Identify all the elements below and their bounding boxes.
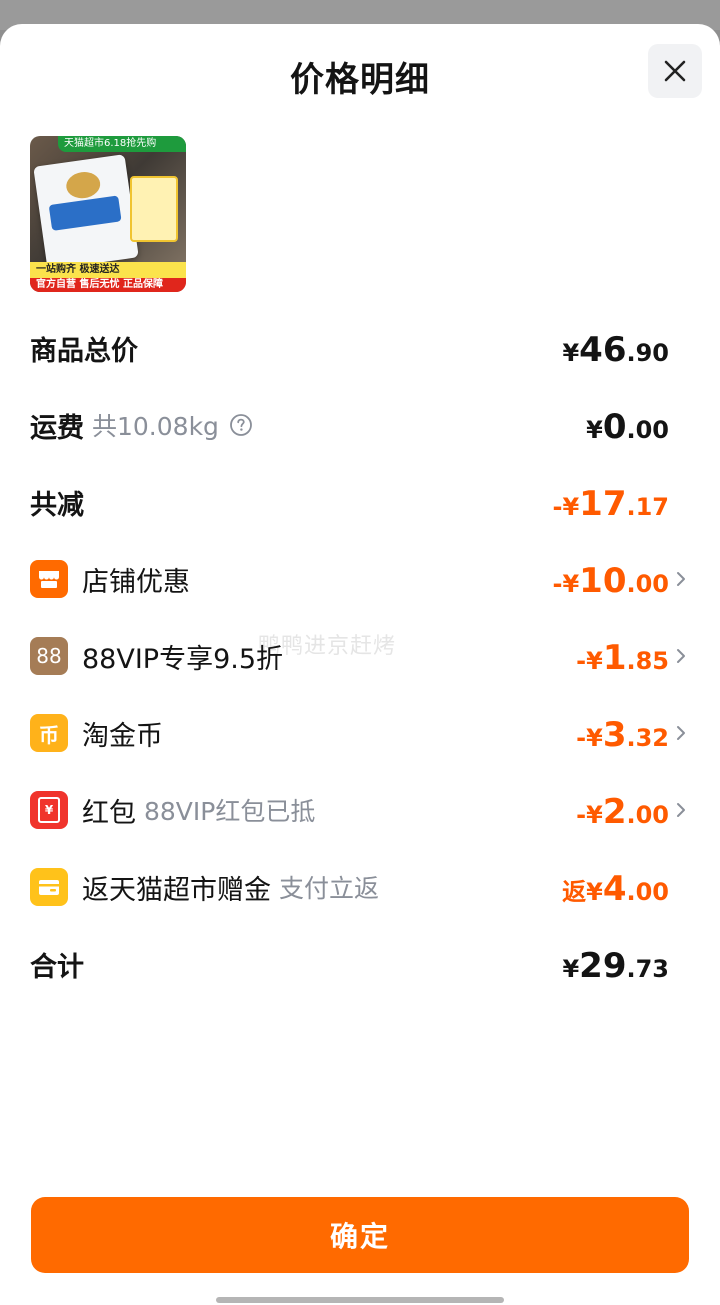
red-packet-note: 88VIP红包已抵 [144,797,316,826]
chevron-right-icon [677,649,685,663]
currency-symbol: ¥ [586,724,603,752]
amount-integer: 3 [602,715,627,755]
row-label: 运费 [30,412,84,444]
amount-red-packet: - ¥ 2 .00 [576,788,685,836]
amount-integer: 0 [602,407,627,447]
amount-store-discount: - ¥ 10 .00 [552,557,685,605]
amount-prefix: - [552,570,563,598]
currency-symbol: ¥ [586,416,603,444]
amount-integer: 10 [579,561,627,601]
row-shipping: 运费 共10.08kg ¥ 0 .00 [30,403,690,447]
red-packet-icon: ¥ [30,791,68,829]
shipping-weight: 共10.08kg [92,412,219,441]
row-label: 淘金币 [82,720,163,752]
amount-shipping: ¥ 0 .00 [586,403,669,451]
amount-integer: 1 [602,638,627,678]
close-icon [664,60,686,82]
amount-decimal: .00 [626,878,669,906]
amount-decimal: .32 [626,724,669,752]
amount-decimal: .17 [626,493,669,521]
amount-integer: 4 [602,869,627,909]
vip88-icon: 88 [30,637,68,675]
amount-decimal: .00 [626,801,669,829]
sheet-title: 价格明细 [290,60,430,100]
red-packet-glyph: ¥ [38,797,60,823]
amount-integer: 2 [602,792,627,832]
row-cashback: 返天猫超市赠金 支付立返 返 ¥ 4 .00 [30,865,690,909]
row-label: 返天猫超市赠金 [82,874,271,906]
row-label: 商品总价 [30,335,138,367]
amount-taojinbi: - ¥ 3 .32 [576,711,685,759]
price-tag-image [130,176,178,242]
amount-integer: 46 [579,330,627,370]
row-store-discount[interactable]: 店铺优惠 - ¥ 10 .00 [30,557,690,601]
confirm-button[interactable]: 确定 [31,1197,689,1273]
row-label: 红包 [82,797,136,829]
currency-symbol: ¥ [586,878,603,906]
chevron-right-icon [677,572,685,586]
row-label: 88VIP专享9.5折 [82,643,284,675]
amount-prefix: 返 [562,878,587,906]
amount-decimal: .85 [626,647,669,675]
amount-decimal: .00 [626,570,669,598]
product-strip-slogan: 一站购齐 极速送达 [30,262,186,278]
amount-integer: 29 [579,946,627,986]
product-strip-guarantee: 官方自营 售后无忧 正品保障 [30,278,186,292]
row-grand-total: 合计 ¥ 29 .73 [30,942,690,986]
row-total-goods: 商品总价 ¥ 46 .90 [30,326,690,370]
amount-cashback: 返 ¥ 4 .00 [562,865,669,913]
product-banner-text: 天猫超市6.18抢先购 [58,136,186,152]
row-red-packet[interactable]: ¥ 红包 88VIP红包已抵 - ¥ 2 .00 [30,788,690,832]
cashback-note: 支付立返 [279,874,380,903]
amount-total-goods: ¥ 46 .90 [562,326,669,374]
amount-prefix: - [552,493,563,521]
price-detail-sheet: 价格明细 天猫超市6.18抢先购 一站购齐 极速送达 官方自营 售后无忧 正品保… [0,24,720,1305]
chevron-right-icon [677,726,685,740]
row-taojinbi[interactable]: 币 淘金币 - ¥ 3 .32 [30,711,690,755]
currency-symbol: ¥ [562,570,580,598]
product-thumbnail: 天猫超市6.18抢先购 一站购齐 极速送达 官方自营 售后无忧 正品保障 [30,136,186,292]
row-label: 共减 [30,489,84,521]
wallet-icon [30,868,68,906]
question-circle-icon[interactable] [229,413,253,437]
amount-vip-discount: - ¥ 1 .85 [576,634,685,682]
row-label: 合计 [30,951,84,983]
amount-prefix: - [576,801,587,829]
amount-decimal: .90 [626,339,669,367]
amount-discount-total: - ¥ 17 .17 [552,480,669,528]
home-indicator [216,1297,504,1303]
currency-symbol: ¥ [562,339,580,367]
currency-symbol: ¥ [586,647,603,675]
currency-symbol: ¥ [562,955,580,983]
amount-decimal: .73 [626,955,669,983]
row-discount-total: 共减 - ¥ 17 .17 [30,480,690,524]
store-icon [30,560,68,598]
product-bag-image [33,154,139,270]
amount-prefix: - [576,647,587,675]
amount-grand-total: ¥ 29 .73 [562,942,669,990]
row-label: 店铺优惠 [82,566,190,598]
currency-symbol: ¥ [586,801,603,829]
amount-integer: 17 [579,484,627,524]
row-vip-discount[interactable]: 88 88VIP专享9.5折 - ¥ 1 .85 [30,634,690,678]
chevron-right-icon [677,803,685,817]
close-button[interactable] [648,44,702,98]
currency-symbol: ¥ [562,493,580,521]
amount-decimal: .00 [626,416,669,444]
coin-icon: 币 [30,714,68,752]
amount-prefix: - [576,724,587,752]
